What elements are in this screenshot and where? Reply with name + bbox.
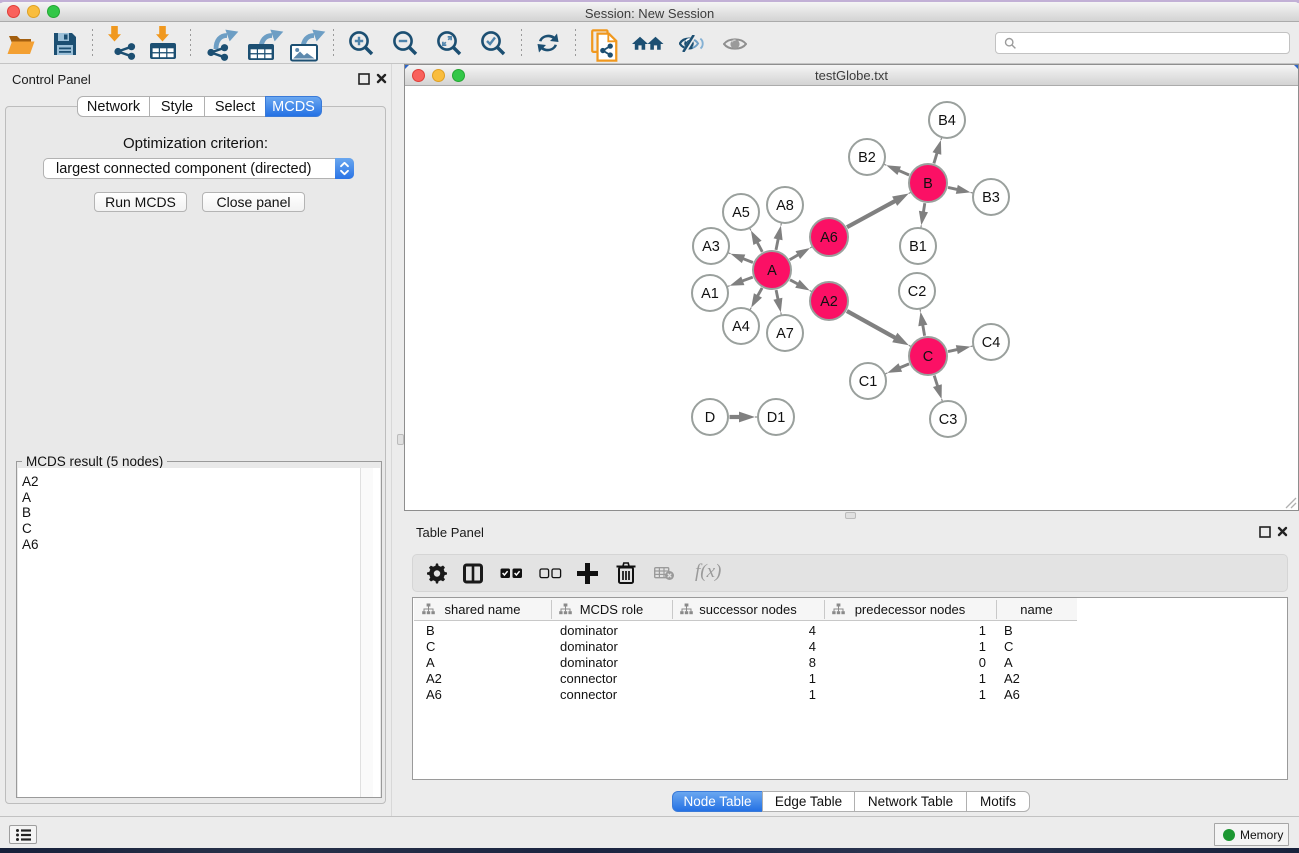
svg-text:B3: B3	[982, 190, 1000, 206]
svg-text:A3: A3	[702, 239, 720, 255]
svg-text:B2: B2	[858, 150, 876, 166]
svg-text:C2: C2	[908, 284, 927, 300]
svg-text:A7: A7	[776, 326, 794, 342]
svg-text:A8: A8	[776, 198, 794, 214]
svg-text:B1: B1	[909, 239, 927, 255]
svg-text:A2: A2	[820, 294, 838, 310]
svg-text:A: A	[767, 263, 777, 279]
svg-text:D1: D1	[767, 410, 786, 426]
svg-text:A6: A6	[820, 230, 838, 246]
svg-text:C4: C4	[982, 335, 1001, 351]
svg-text:B4: B4	[938, 113, 956, 129]
svg-text:A5: A5	[732, 205, 750, 221]
svg-text:C3: C3	[939, 412, 958, 428]
svg-text:D: D	[705, 410, 715, 426]
svg-text:A4: A4	[732, 319, 750, 335]
svg-text:A1: A1	[701, 286, 719, 302]
svg-text:C1: C1	[859, 374, 878, 390]
svg-text:B: B	[923, 176, 933, 192]
svg-text:C: C	[923, 349, 933, 365]
